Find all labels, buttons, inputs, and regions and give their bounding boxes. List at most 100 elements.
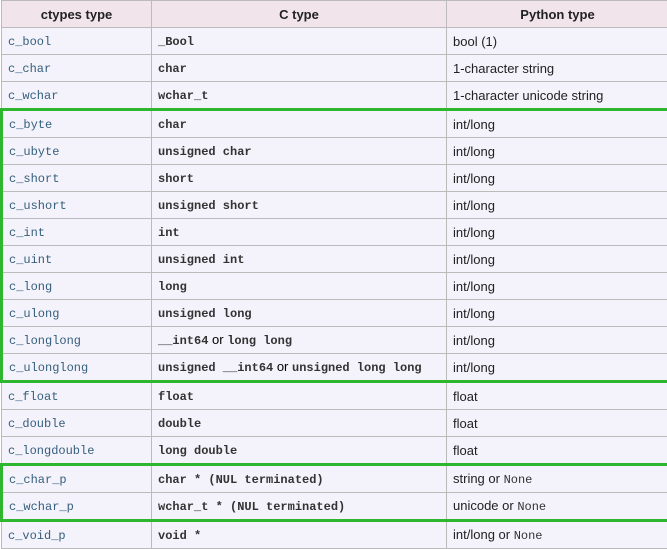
- cell-python-type: int/long: [447, 110, 667, 138]
- table-row: c_ulong unsigned long int/long: [2, 300, 667, 327]
- c-type-code: unsigned long: [158, 307, 252, 321]
- cell-python-type: string or None: [447, 465, 667, 493]
- table-row: c_uint unsigned int int/long: [2, 246, 667, 273]
- c-type-code: unsigned short: [158, 199, 259, 213]
- table-row: c_ulonglong unsigned __int64 or unsigned …: [2, 354, 667, 382]
- cell-ctypes: c_int: [2, 219, 152, 246]
- cell-python-type: int/long: [447, 327, 667, 354]
- cell-python-type: 1-character unicode string: [447, 82, 667, 110]
- py-text: 1-character string: [453, 61, 554, 76]
- table-row: c_byte char int/long: [2, 110, 667, 138]
- c-type-code: float: [158, 390, 194, 404]
- py-none-literal: None: [514, 529, 543, 543]
- ctypes-type-link[interactable]: c_char_p: [9, 473, 67, 487]
- ctypes-type-link[interactable]: c_bool: [8, 35, 51, 49]
- ctypes-type-link[interactable]: c_char: [8, 62, 51, 76]
- cell-python-type: int/long: [447, 246, 667, 273]
- ctypes-type-link[interactable]: c_longdouble: [8, 444, 94, 458]
- ctypes-type-link[interactable]: c_float: [8, 390, 58, 404]
- c-type-code: long long: [227, 334, 292, 348]
- table-row: c_short short int/long: [2, 165, 667, 192]
- ctypes-type-link[interactable]: c_void_p: [8, 529, 66, 543]
- ctypes-type-link[interactable]: c_ubyte: [9, 145, 59, 159]
- ctypes-table: ctypes type C type Python type c_bool _Bo…: [0, 0, 667, 549]
- table-row: c_bool _Boolbool (1): [2, 28, 667, 55]
- c-type-or: or: [273, 359, 292, 374]
- c-type-code: wchar_t: [158, 89, 208, 103]
- ctypes-type-link[interactable]: c_longlong: [9, 334, 81, 348]
- cell-ctypes: c_uint: [2, 246, 152, 273]
- py-text: int/long: [453, 225, 495, 240]
- table-row: c_int int int/long: [2, 219, 667, 246]
- cell-c-type: short: [152, 165, 447, 192]
- c-type-code: char * (NUL terminated): [158, 473, 324, 487]
- py-text: int/long or: [453, 527, 514, 542]
- cell-c-type: unsigned __int64 or unsigned long long: [152, 354, 447, 382]
- table-row: c_longlongint/long: [2, 273, 667, 300]
- py-text: int/long: [453, 144, 495, 159]
- py-text: int/long: [453, 117, 495, 132]
- py-text: int/long: [453, 360, 495, 375]
- py-text: int/long: [453, 279, 495, 294]
- cell-c-type: wchar_t * (NUL terminated): [152, 493, 447, 521]
- ctypes-type-link[interactable]: c_uint: [9, 253, 52, 267]
- ctypes-type-link[interactable]: c_ulonglong: [9, 361, 88, 375]
- c-type-code: unsigned __int64: [158, 361, 273, 375]
- cell-ctypes: c_short: [2, 165, 152, 192]
- cell-ctypes: c_ubyte: [2, 138, 152, 165]
- cell-ctypes: c_char_p: [2, 465, 152, 493]
- cell-c-type: char * (NUL terminated): [152, 465, 447, 493]
- c-type-code: long double: [158, 444, 237, 458]
- py-text: float: [453, 389, 478, 404]
- c-type-code: int: [158, 226, 180, 240]
- py-text: unicode or: [453, 498, 517, 513]
- py-text: int/long: [453, 171, 495, 186]
- cell-c-type: int: [152, 219, 447, 246]
- py-text: int/long: [453, 198, 495, 213]
- cell-ctypes: c_double: [2, 410, 152, 437]
- cell-c-type: long double: [152, 437, 447, 465]
- ctypes-type-link[interactable]: c_wchar: [8, 89, 58, 103]
- cell-ctypes: c_long: [2, 273, 152, 300]
- c-type-code: void *: [158, 529, 201, 543]
- py-text: int/long: [453, 333, 495, 348]
- cell-python-type: int/long or None: [447, 521, 667, 549]
- table-row: c_ushort unsigned short int/long: [2, 192, 667, 219]
- cell-c-type: char: [152, 110, 447, 138]
- c-type-code: char: [158, 62, 187, 76]
- cell-c-type: unsigned int: [152, 246, 447, 273]
- py-text: int/long: [453, 306, 495, 321]
- cell-python-type: int/long: [447, 219, 667, 246]
- cell-python-type: float: [447, 382, 667, 410]
- cell-c-type: _Bool: [152, 28, 447, 55]
- cell-c-type: unsigned long: [152, 300, 447, 327]
- cell-python-type: float: [447, 437, 667, 465]
- cell-python-type: 1-character string: [447, 55, 667, 82]
- c-type-code: char: [158, 118, 187, 132]
- cell-ctypes: c_byte: [2, 110, 152, 138]
- cell-c-type: __int64 or long long: [152, 327, 447, 354]
- ctypes-type-link[interactable]: c_long: [9, 280, 52, 294]
- py-text: int/long: [453, 252, 495, 267]
- ctypes-type-link[interactable]: c_ulong: [9, 307, 59, 321]
- ctypes-type-link[interactable]: c_ushort: [9, 199, 67, 213]
- cell-ctypes: c_longdouble: [2, 437, 152, 465]
- ctypes-type-link[interactable]: c_short: [9, 172, 59, 186]
- ctypes-type-link[interactable]: c_byte: [9, 118, 52, 132]
- table-row: c_void_p void * int/long or None: [2, 521, 667, 549]
- cell-ctypes: c_ulong: [2, 300, 152, 327]
- ctypes-type-link[interactable]: c_double: [8, 417, 66, 431]
- cell-ctypes: c_wchar_p: [2, 493, 152, 521]
- py-text: float: [453, 443, 478, 458]
- cell-ctypes: c_wchar: [2, 82, 152, 110]
- py-text: float: [453, 416, 478, 431]
- cell-python-type: int/long: [447, 138, 667, 165]
- py-none-literal: None: [504, 473, 533, 487]
- ctypes-type-link[interactable]: c_wchar_p: [9, 500, 74, 514]
- cell-python-type: bool (1): [447, 28, 667, 55]
- cell-ctypes: c_void_p: [2, 521, 152, 549]
- c-type-code: unsigned long long: [292, 361, 422, 375]
- ctypes-type-link[interactable]: c_int: [9, 226, 45, 240]
- c-type-code: wchar_t * (NUL terminated): [158, 500, 345, 514]
- table-header-row: ctypes type C type Python type: [2, 1, 667, 28]
